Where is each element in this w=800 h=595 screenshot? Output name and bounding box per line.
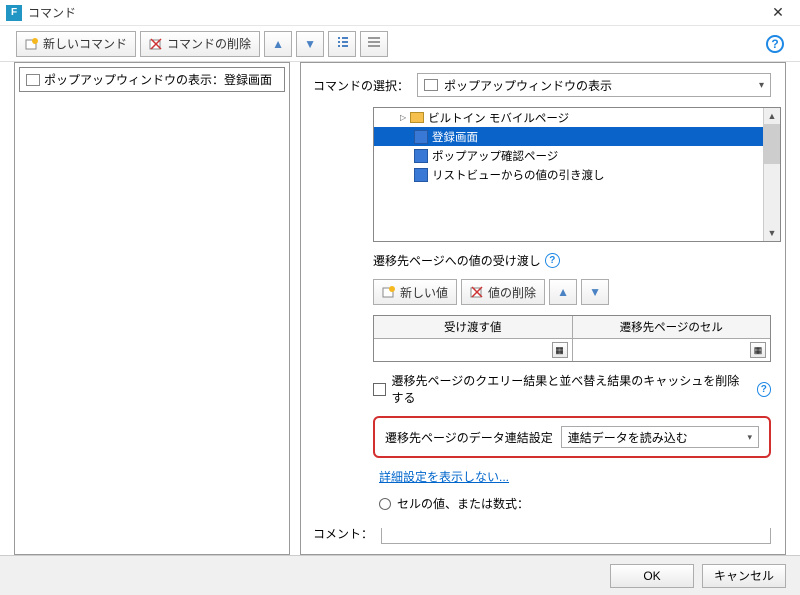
- tree-item[interactable]: リストビューからの値の引き渡し: [374, 165, 763, 184]
- command-item-label: ポップアップウィンドウの表示：登録画面: [44, 71, 272, 88]
- tree-scrollbar[interactable]: ▲ ▼: [763, 108, 780, 241]
- tree-item-label: 登録画面: [432, 129, 478, 145]
- new-value-button[interactable]: 新しい値: [373, 279, 457, 305]
- value-up-button[interactable]: ▲: [549, 279, 577, 305]
- data-link-setting-highlight: 遷移先ページのデータ連結設定 連結データを読み込む ▾: [373, 416, 771, 458]
- cell-value-radio-label: セルの値、または数式：: [397, 495, 529, 512]
- arrow-down-icon: ▼: [589, 285, 601, 299]
- pass-values-label: 遷移先ページへの値の受け渡し: [373, 252, 541, 269]
- page-icon: [414, 168, 428, 182]
- page-icon: [26, 74, 40, 86]
- arrow-up-icon: ▲: [557, 285, 569, 299]
- tree-item-selected[interactable]: 登録画面: [374, 127, 763, 146]
- help-icon[interactable]: ?: [757, 382, 771, 397]
- command-select-label: コマンドの選択：: [313, 77, 409, 94]
- comment-label: コメント：: [313, 525, 373, 542]
- delete-command-label: コマンドの削除: [167, 35, 251, 52]
- arrow-up-icon: ▲: [272, 37, 284, 51]
- hide-advanced-link[interactable]: 詳細設定を表示しない...: [379, 468, 785, 485]
- column-header-target: 遷移先ページのセル: [573, 316, 771, 338]
- data-link-value: 連結データを読み込む: [568, 429, 688, 446]
- values-table: 受け渡す値 遷移先ページのセル ▦ ▦: [373, 315, 771, 362]
- command-select-value: ポップアップウィンドウの表示: [444, 77, 612, 94]
- toolbar: 新しいコマンド コマンドの削除 ▲ ▼ ?: [0, 26, 800, 62]
- delete-command-icon: [149, 37, 163, 51]
- page-icon: [414, 130, 428, 144]
- new-command-icon: [25, 37, 39, 51]
- scroll-up-icon: ▲: [764, 108, 780, 124]
- app-icon: F: [6, 5, 22, 21]
- cache-delete-label: 遷移先ページのクエリー結果と並べ替え結果のキャッシュを削除する: [392, 372, 747, 406]
- tree-item-label: リストビューからの値の引き渡し: [432, 167, 605, 183]
- new-command-label: 新しいコマンド: [43, 35, 127, 52]
- command-select-dropdown[interactable]: ポップアップウィンドウの表示 ▾: [417, 73, 771, 97]
- list-outdent-icon: [367, 35, 381, 52]
- value-source-cell[interactable]: ▦: [374, 339, 573, 361]
- tree-group[interactable]: ▷ ビルトイン モバイルページ: [374, 108, 763, 127]
- command-list-panel: ポップアップウィンドウの表示：登録画面: [14, 62, 290, 555]
- expand-icon: ▷: [400, 113, 406, 122]
- cell-picker-icon[interactable]: ▦: [750, 342, 766, 358]
- data-link-combo[interactable]: 連結データを読み込む ▾: [561, 426, 759, 448]
- cancel-button[interactable]: キャンセル: [702, 564, 786, 588]
- help-icon[interactable]: ?: [545, 253, 560, 268]
- window-title: コマンド: [28, 4, 762, 21]
- data-link-label: 遷移先ページのデータ連結設定: [385, 429, 553, 446]
- command-settings-panel: コマンドの選択： ポップアップウィンドウの表示 ▾ ▷ ビルトイン モバイルペー…: [300, 62, 786, 555]
- dialog-footer: OK キャンセル: [0, 555, 800, 595]
- main-area: ポップアップウィンドウの表示：登録画面 コマンドの選択： ポップアップウィンドウ…: [0, 62, 800, 555]
- value-target-cell[interactable]: ▦: [573, 339, 771, 361]
- list-indent-button[interactable]: [328, 31, 356, 57]
- scroll-down-icon: ▼: [764, 225, 780, 241]
- cell-picker-icon[interactable]: ▦: [552, 342, 568, 358]
- comment-row: コメント：: [313, 522, 771, 544]
- move-down-button[interactable]: ▼: [296, 31, 324, 57]
- page-icon: [414, 149, 428, 163]
- page-icon: [424, 79, 438, 91]
- command-select-row: コマンドの選択： ポップアップウィンドウの表示 ▾: [313, 73, 785, 97]
- cache-delete-checkbox[interactable]: [373, 383, 386, 396]
- delete-value-icon: [470, 285, 484, 299]
- new-value-icon: [382, 285, 396, 299]
- help-button[interactable]: ?: [766, 35, 784, 53]
- scrollbar-thumb[interactable]: [764, 124, 780, 164]
- window-titlebar: F コマンド ✕: [0, 0, 800, 26]
- tree-item-label: ポップアップ確認ページ: [432, 148, 558, 164]
- comment-input[interactable]: [381, 522, 771, 544]
- page-tree: ▷ ビルトイン モバイルページ 登録画面 ポップアップ確認ページ: [373, 107, 781, 242]
- delete-value-label: 値の削除: [488, 284, 536, 301]
- command-item[interactable]: ポップアップウィンドウの表示：登録画面: [19, 67, 285, 92]
- pass-values-label-row: 遷移先ページへの値の受け渡し ?: [373, 252, 785, 269]
- new-command-button[interactable]: 新しいコマンド: [16, 31, 136, 57]
- chevron-down-icon: ▾: [747, 432, 752, 443]
- close-button[interactable]: ✕: [762, 3, 794, 23]
- arrow-down-icon: ▼: [304, 37, 316, 51]
- delete-command-button[interactable]: コマンドの削除: [140, 31, 260, 57]
- list-indent-icon: [335, 35, 349, 52]
- list-outdent-button[interactable]: [360, 31, 388, 57]
- value-down-button[interactable]: ▼: [581, 279, 609, 305]
- delete-value-button[interactable]: 値の削除: [461, 279, 545, 305]
- cell-value-radio-row: セルの値、または数式：: [379, 495, 785, 512]
- chevron-down-icon: ▾: [759, 80, 764, 91]
- page-tree-content: ▷ ビルトイン モバイルページ 登録画面 ポップアップ確認ページ: [374, 108, 763, 241]
- tree-group-label: ビルトイン モバイルページ: [428, 110, 569, 126]
- column-header-source: 受け渡す値: [374, 316, 573, 338]
- cache-checkbox-row: 遷移先ページのクエリー結果と並べ替え結果のキャッシュを削除する ?: [373, 372, 771, 406]
- values-toolbar: 新しい値 値の削除 ▲ ▼: [373, 279, 785, 305]
- folder-icon: [410, 112, 424, 123]
- cell-value-radio[interactable]: [379, 498, 391, 510]
- ok-button[interactable]: OK: [610, 564, 694, 588]
- move-up-button[interactable]: ▲: [264, 31, 292, 57]
- new-value-label: 新しい値: [400, 284, 448, 301]
- tree-item[interactable]: ポップアップ確認ページ: [374, 146, 763, 165]
